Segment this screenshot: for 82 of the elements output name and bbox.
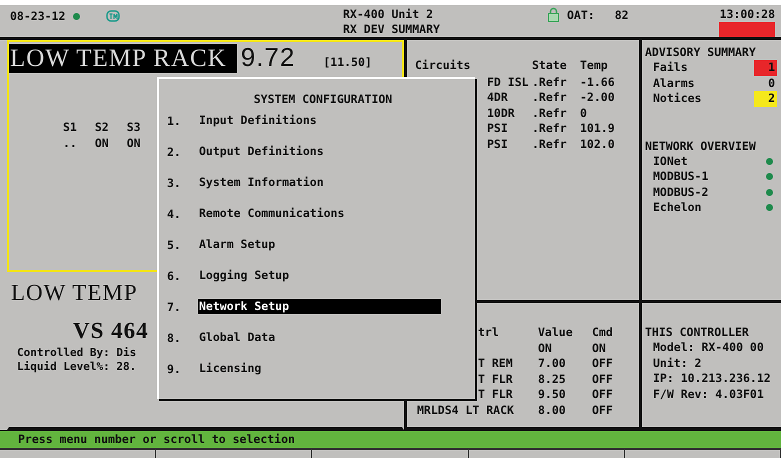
table-cell-text: 8.00 (538, 402, 567, 418)
column-header: State (532, 58, 568, 74)
table-cell-text: ON (538, 340, 553, 356)
controller-detail: IP: 10.213.236.12 (652, 371, 771, 386)
network-label: Echelon (653, 200, 702, 216)
menu-number: 2. (167, 144, 182, 158)
compressor-detail: Controlled By: Dis (17, 346, 136, 360)
advisory-count: 1 (754, 60, 777, 76)
table-cell-text: 9.50 (538, 387, 567, 402)
section-title: NETWORK OVERVIEW (645, 138, 757, 154)
network-label: MODBUS-2 (653, 184, 708, 200)
table-cell: -1.66 (580, 74, 615, 90)
table-cell: 101.9 (580, 121, 615, 136)
column-header: Cmd (592, 325, 613, 340)
menu-number: 5. (167, 238, 182, 252)
rack-setpoint: [11.50] (323, 55, 372, 69)
stage-state: .. (63, 135, 77, 151)
table-cell-text: .Refr (532, 106, 568, 121)
menu-number: 6. (167, 268, 182, 282)
compressor-name: LOW TEMP (11, 280, 138, 306)
table-cell-text: T REM (477, 356, 514, 372)
window-title: RX-400 Unit 2 (343, 7, 434, 22)
table-cell-text: PSI (486, 136, 509, 152)
table-cell-text: PSI (486, 121, 509, 136)
table-cell: 0 (580, 106, 587, 121)
rack-value: 9.72 (240, 42, 296, 73)
table-cell-text: 7.00 (538, 356, 567, 372)
table-cell-text: 8.25 (538, 372, 567, 387)
compressor-detail: Liquid Level%: 28. (17, 360, 136, 374)
column-header: Value (538, 325, 574, 340)
network-label: MODBUS-1 (653, 169, 708, 184)
window-subtitle: RX DEV SUMMARY (343, 22, 441, 37)
table-cell: OFF (592, 372, 613, 387)
oat-value: 82 (614, 8, 629, 22)
menu-number: 9. (167, 362, 182, 376)
controller-detail: Model: RX-400 00 (652, 340, 764, 356)
rack-name: LOW TEMP RACK (9, 44, 237, 73)
advisory-label: Alarms (653, 76, 695, 91)
menu-number: 3. (167, 176, 182, 190)
advisory-count: 2 (754, 91, 777, 106)
table-cell-text: .Refr (532, 136, 568, 152)
table-cell-text: FD ISL (486, 74, 530, 90)
stage-label: S3 (126, 119, 141, 135)
table-cell: ON (592, 340, 606, 356)
advisory-label: Fails (653, 60, 688, 76)
status-text: Press menu number or scroll to selection (18, 431, 295, 448)
date-text: 08-23-12 (10, 9, 66, 23)
advisory-count: 0 (767, 76, 776, 91)
column-header: Circuits (415, 58, 472, 74)
advisory-label: Notices (653, 91, 702, 106)
controller-detail: Unit: 2 (652, 356, 702, 371)
table-cell: OFF (592, 387, 613, 402)
section-title: THIS CONTROLLER (645, 324, 749, 340)
menu-number: 4. (167, 206, 182, 220)
menu-number: 8. (167, 330, 182, 344)
table-cell-text: .Refr (532, 121, 568, 136)
stage-state: ON (94, 135, 109, 151)
table-cell-text: .Refr (532, 90, 568, 106)
section-title: ADVISORY SUMMARY (645, 44, 757, 60)
table-cell-text: 4DR (486, 90, 509, 106)
network-label: IONet (653, 154, 688, 169)
stage-state: ON (126, 135, 141, 151)
column-header: Temp (580, 58, 608, 74)
table-cell-text: T FLR (477, 372, 514, 387)
table-cell-text: T FLR (477, 387, 514, 402)
controller-detail: F/W Rev: 4.03F01 (652, 386, 764, 402)
clock-time: 13:00:28 (720, 7, 775, 22)
compressor-unit: VS 464 (73, 318, 149, 344)
table-cell-text: 10DR (486, 106, 516, 121)
menu-title: SYSTEM CONFIGURATION (252, 91, 394, 107)
menu-number: 1. (167, 114, 182, 128)
stage-label: S1 (63, 119, 77, 135)
column-header: trl (477, 325, 500, 340)
table-cell: OFF (592, 356, 613, 372)
table-cell: 102.0 (580, 136, 615, 152)
table-cell: -2.00 (580, 90, 615, 106)
table-cell-text: MRLDS4 LT RACK (417, 402, 515, 418)
table-cell-text: .Refr (532, 74, 568, 90)
oat-label: OAT: (567, 8, 595, 22)
stage-label: S2 (94, 119, 109, 135)
menu-number: 7. (167, 300, 182, 314)
table-cell: OFF (592, 402, 613, 418)
